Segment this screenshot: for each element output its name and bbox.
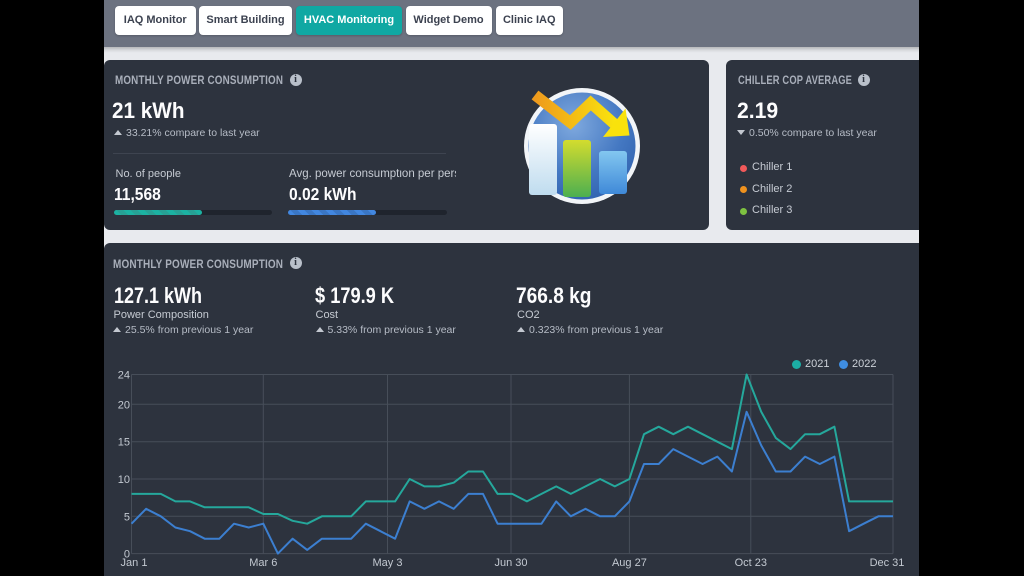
svg-text:Aug 27: Aug 27 (612, 557, 647, 569)
svg-text:5: 5 (124, 511, 130, 523)
svg-text:Mar 6: Mar 6 (249, 557, 277, 569)
svg-text:15: 15 (118, 437, 130, 449)
svg-text:Oct 23: Oct 23 (735, 557, 767, 569)
svg-text:Jun 30: Jun 30 (494, 557, 527, 569)
svg-text:20: 20 (118, 399, 130, 411)
svg-text:Jan 1: Jan 1 (121, 557, 148, 569)
svg-text:Dec 31: Dec 31 (870, 557, 905, 569)
svg-text:May 3: May 3 (373, 557, 403, 569)
svg-text:24: 24 (118, 370, 130, 382)
svg-text:10: 10 (118, 474, 130, 486)
